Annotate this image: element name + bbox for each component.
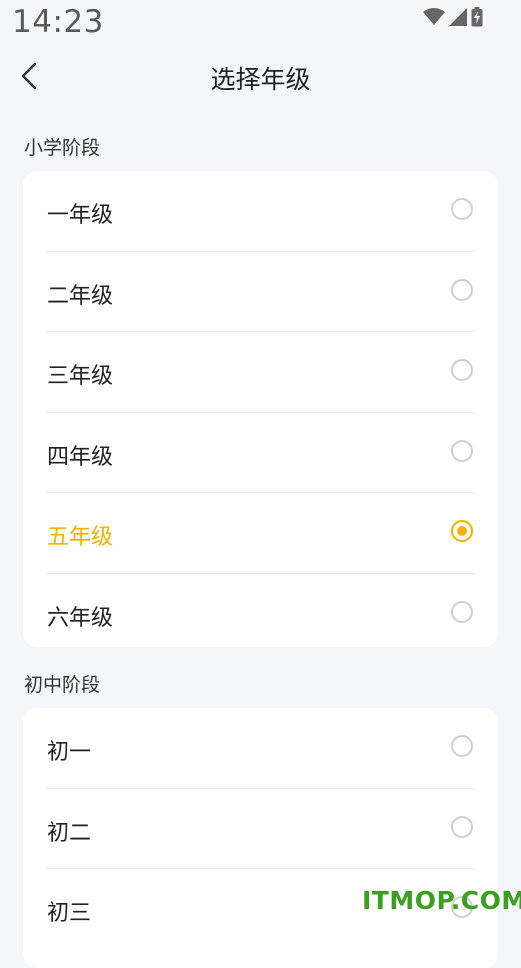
grade-option-junior-1[interactable]: 初一 <box>46 708 475 789</box>
grade-option-label: 一年级 <box>47 203 114 228</box>
radio-icon[interactable] <box>451 735 473 757</box>
grade-option-label: 二年级 <box>47 283 114 309</box>
page-title: 选择年级 <box>210 65 311 94</box>
grade-option-label: 五年级 <box>47 525 114 550</box>
section-title-junior: 初中阶段 <box>24 674 101 696</box>
radio-icon[interactable] <box>451 359 473 381</box>
radio-selected-icon[interactable] <box>451 520 473 542</box>
section-title-primary: 小学阶段 <box>24 137 101 159</box>
status-bar: 14:23 <box>0 0 521 46</box>
radio-icon[interactable] <box>451 815 473 838</box>
grade-card-primary: 一年级 二年级 三年级 四年级 五年级 六年级 <box>23 171 498 647</box>
wifi-icon <box>423 8 445 25</box>
radio-icon[interactable] <box>451 600 473 623</box>
grade-option-label: 初三 <box>47 901 92 926</box>
nav-bar: 选择年级 <box>0 46 521 106</box>
grade-option-3[interactable]: 三年级 <box>46 332 475 413</box>
grade-option-6[interactable]: 六年级 <box>46 574 475 648</box>
watermark-text: ITMOP.COM <box>362 886 521 915</box>
grade-card-junior: 初一 初二 初三 <box>23 708 498 968</box>
grade-option-5[interactable]: 五年级 <box>46 493 475 574</box>
radio-icon[interactable] <box>451 439 473 462</box>
grade-option-4[interactable]: 四年级 <box>46 413 475 493</box>
grade-option-label: 初一 <box>47 740 92 765</box>
radio-icon[interactable] <box>451 278 473 301</box>
grade-option-label: 初二 <box>47 820 92 846</box>
status-time: 14:23 <box>12 4 104 40</box>
grade-option-junior-2[interactable]: 初二 <box>46 789 475 869</box>
grade-option-1[interactable]: 一年级 <box>46 171 475 252</box>
battery-icon <box>471 7 483 27</box>
grade-option-label: 六年级 <box>47 605 114 631</box>
grade-option-label: 四年级 <box>47 444 114 470</box>
grade-option-2[interactable]: 二年级 <box>46 252 475 332</box>
radio-icon[interactable] <box>451 198 473 220</box>
grade-option-label: 三年级 <box>47 364 114 389</box>
signal-icon <box>449 8 467 26</box>
status-icons <box>423 6 483 28</box>
